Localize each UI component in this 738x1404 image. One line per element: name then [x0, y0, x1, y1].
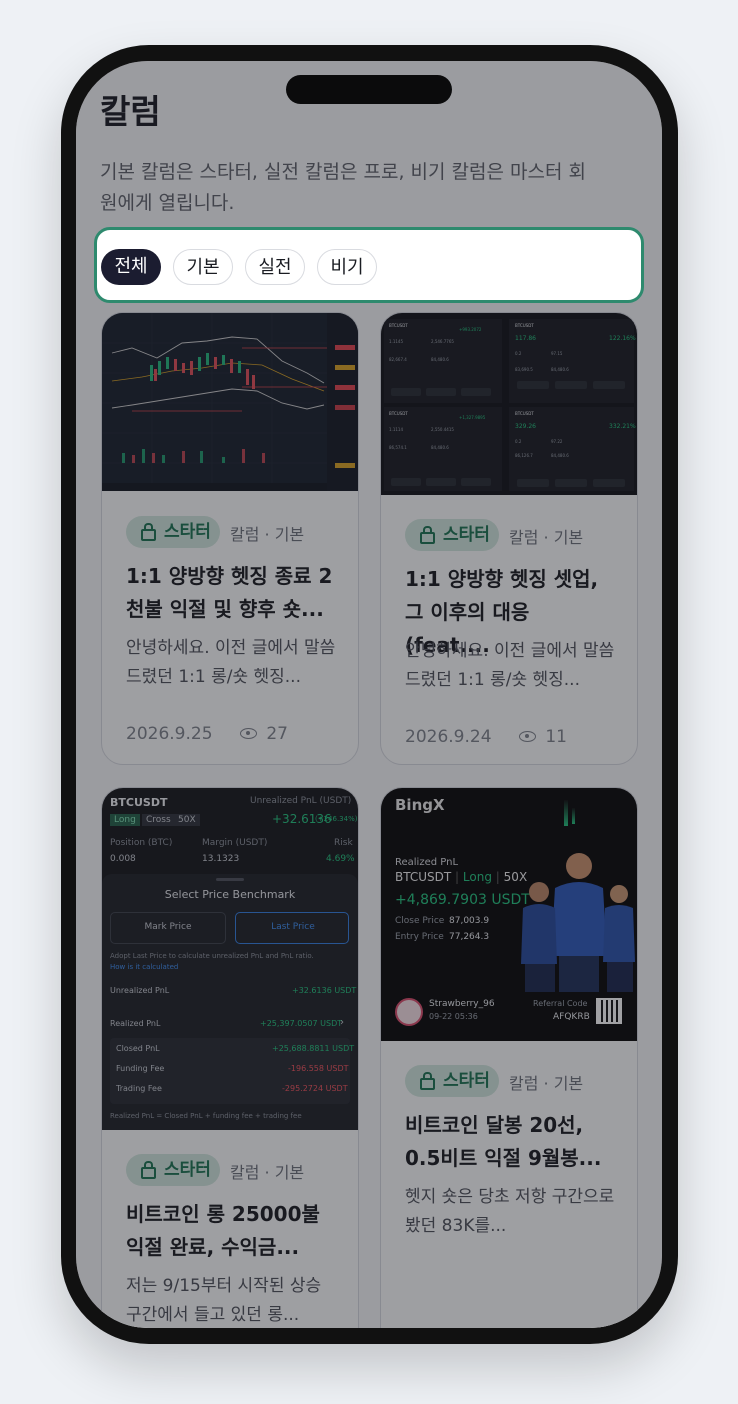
dynamic-island [286, 75, 452, 104]
candlestick-chart-image [102, 313, 358, 491]
tier-badge: 스타터 [405, 519, 499, 551]
brand-logo: BingX [395, 796, 445, 814]
filter-chip-basic[interactable]: 기본 [173, 249, 233, 285]
column-excerpt: 저는 9/15부터 시작된 상승 구간에서 들고 있던 롱... [126, 1276, 322, 1325]
column-card[interactable]: 스타터 칼럼 · 기본 1:1 양방향 헷징 종료 2천불 익절 및 향후 숏.… [101, 312, 359, 765]
eye-icon [518, 731, 536, 742]
view-count: 11 [545, 727, 567, 747]
filter-chip-all[interactable]: 전체 [101, 249, 161, 285]
filter-chip-secret[interactable]: 비기 [317, 249, 377, 285]
column-thumbnail-pnl-sheet: BTCUSDT Unrealized PnL (USDT) Long Cross… [102, 788, 358, 1130]
column-meta: 칼럼 · 기본 [509, 528, 584, 547]
page-title: 칼럼 [100, 92, 161, 131]
column-title: 비트코인 롱 25000불 익절 완료, 수익금... [126, 1202, 320, 1259]
page-description: 기본 칼럼은 스타터, 실전 칼럼은 프로, 비기 칼럼은 마스터 회원에게 열… [100, 161, 586, 214]
column-title: 1:1 양방향 헷징 종료 2천불 익절 및 향후 숏... [126, 564, 333, 621]
eye-icon [239, 728, 257, 739]
tier-badge-label: 스타터 [443, 525, 490, 545]
tier-badge: 스타터 [405, 1065, 499, 1097]
column-card[interactable]: BTCUSDT Unrealized PnL (USDT) Long Cross… [101, 787, 359, 1328]
avatar [395, 998, 423, 1026]
tier-badge-label: 스타터 [164, 522, 211, 542]
column-meta: 칼럼 · 기본 [230, 525, 305, 544]
lock-icon [420, 1072, 435, 1090]
column-meta: 칼럼 · 기본 [230, 1163, 305, 1182]
column-excerpt: 헷지 숏은 당초 저항 구간으로 봤던 83K를... [405, 1187, 615, 1236]
filter-chip-practical[interactable]: 실전 [245, 249, 305, 285]
column-title: 비트코인 달봉 20선, 0.5비트 익절 9월봉... [405, 1113, 602, 1170]
column-excerpt: 안녕하세요. 이전 글에서 말씀드렸던 1:1 롱/숏 헷징... [126, 638, 336, 687]
column-date: 2026.9.24 [405, 727, 492, 747]
lock-icon [141, 523, 156, 541]
column-date: 2026.9.25 [126, 724, 213, 744]
column-meta: 칼럼 · 기본 [509, 1074, 584, 1093]
tier-badge-label: 스타터 [164, 1160, 211, 1180]
column-thumbnail-pnl-card: BingX Realized PnL BTCUSDT | Long | 50X … [381, 788, 637, 1041]
tier-badge: 스타터 [126, 516, 220, 548]
column-stats: 2026.9.24 11 [405, 727, 567, 747]
column-card[interactable]: BTCUSDT +993.2072 1.1145 2,546.7765 82,6… [380, 312, 638, 765]
chevron-right-icon: › [340, 1017, 344, 1028]
players-photo [521, 853, 635, 992]
column-excerpt: 안녕하세요. 이전 글에서 말씀드렸던 1:1 롱/숏 헷징... [405, 641, 615, 690]
qr-code-icon [596, 998, 622, 1024]
lock-icon [141, 1161, 156, 1179]
view-count: 27 [266, 724, 288, 744]
lock-icon [420, 526, 435, 544]
filter-highlight-box: 전체 기본 실전 비기 [94, 227, 644, 303]
tier-badge-label: 스타터 [443, 1071, 490, 1091]
column-thumbnail-chart [102, 313, 358, 491]
column-thumbnail-positions: BTCUSDT +993.2072 1.1145 2,546.7765 82,6… [381, 313, 637, 495]
column-card[interactable]: BingX Realized PnL BTCUSDT | Long | 50X … [380, 787, 638, 1328]
column-stats: 2026.9.25 27 [126, 724, 288, 744]
category-filter-bar: 전체 기본 실전 비기 [94, 227, 644, 303]
tier-badge: 스타터 [126, 1154, 220, 1186]
